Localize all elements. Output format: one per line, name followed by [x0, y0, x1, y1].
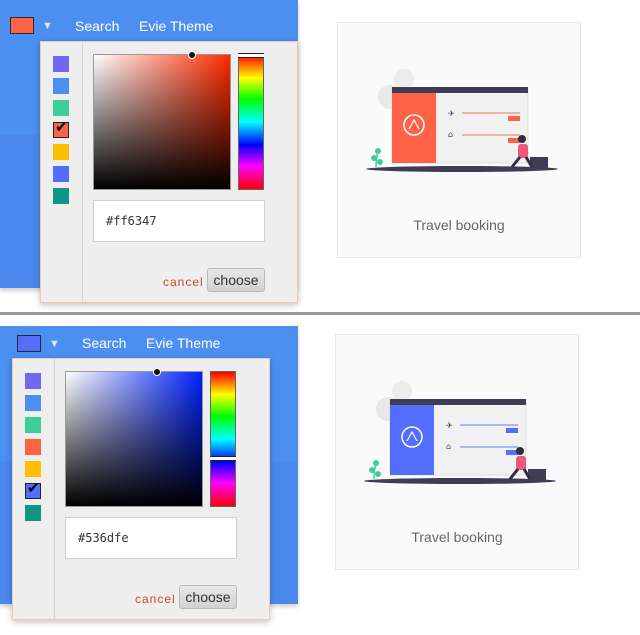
hex-color-input[interactable]: #ff6347: [93, 200, 265, 242]
palette-swatch[interactable]: [25, 417, 41, 433]
nav-theme-link[interactable]: Evie Theme: [146, 335, 220, 351]
palette-swatch[interactable]: [25, 505, 41, 521]
card-label: Travel booking: [411, 529, 503, 545]
saturation-value-area[interactable]: [93, 51, 231, 190]
palette-swatch[interactable]: [53, 78, 69, 94]
panel-divider: [0, 312, 640, 315]
palette-swatch[interactable]: [25, 439, 41, 455]
checkmark-icon: ✔: [55, 119, 68, 136]
dropdown-caret-icon[interactable]: ▼: [49, 338, 60, 350]
swatch-palette: ✔: [41, 42, 83, 302]
svg-text:⌂: ⌂: [448, 130, 453, 139]
hue-slider[interactable]: [210, 371, 236, 507]
swatch-palette: ✔: [13, 359, 55, 619]
travel-booking-card[interactable]: ✈ ⌂ Travel booking: [337, 22, 581, 258]
nav-search-link[interactable]: Search: [82, 335, 126, 351]
color-swatch-button[interactable]: [10, 17, 34, 34]
choose-button[interactable]: choose: [179, 585, 237, 609]
palette-swatch[interactable]: ✔: [25, 480, 41, 499]
svg-text:✈: ✈: [448, 109, 455, 118]
color-swatch-button[interactable]: [17, 335, 41, 352]
palette-swatch[interactable]: [53, 166, 69, 182]
travel-booking-card[interactable]: ✈ ⌂ Travel booking: [335, 334, 579, 570]
choose-button[interactable]: choose: [207, 268, 265, 292]
checkmark-icon: ✔: [27, 480, 40, 497]
svg-text:⌂: ⌂: [446, 442, 451, 451]
palette-swatch[interactable]: [53, 56, 69, 72]
palette-swatch[interactable]: [53, 144, 69, 160]
top-screenshot-panel: ▼ Search Evie Theme ✈ ⌂ Travel booking ✔…: [0, 0, 640, 312]
travel-booking-illustration: ✈ ⌂: [364, 381, 556, 484]
palette-swatch[interactable]: [53, 100, 69, 116]
dropdown-caret-icon[interactable]: ▼: [42, 20, 53, 32]
palette-swatch[interactable]: [25, 373, 41, 389]
hue-slider-handle[interactable]: [210, 456, 236, 461]
hex-color-input[interactable]: #536dfe: [65, 517, 237, 559]
saturation-value-area[interactable]: [65, 368, 203, 507]
cancel-button[interactable]: cancel: [163, 275, 204, 289]
cancel-button[interactable]: cancel: [135, 592, 176, 606]
travel-booking-illustration: ✈ ⌂: [366, 69, 558, 172]
palette-swatch[interactable]: [53, 188, 69, 204]
sv-cursor-handle[interactable]: [153, 368, 161, 376]
color-picker-popup: ✔ #ff6347 cancel choose: [40, 41, 298, 303]
bottom-screenshot-panel: ▼ Search Evie Theme ✈ ⌂ Travel booking ✔…: [0, 318, 640, 630]
nav-search-link[interactable]: Search: [75, 18, 119, 34]
palette-swatch[interactable]: ✔: [53, 119, 69, 138]
sv-cursor-handle[interactable]: [188, 51, 196, 59]
card-label: Travel booking: [413, 217, 505, 233]
hue-slider[interactable]: [238, 53, 264, 190]
palette-swatch[interactable]: [25, 395, 41, 411]
hue-slider-handle[interactable]: [238, 53, 264, 58]
palette-swatch[interactable]: [25, 461, 41, 477]
color-picker-popup: ✔ #536dfe cancel choose: [12, 358, 270, 620]
svg-text:✈: ✈: [446, 421, 453, 430]
nav-theme-link[interactable]: Evie Theme: [139, 18, 213, 34]
